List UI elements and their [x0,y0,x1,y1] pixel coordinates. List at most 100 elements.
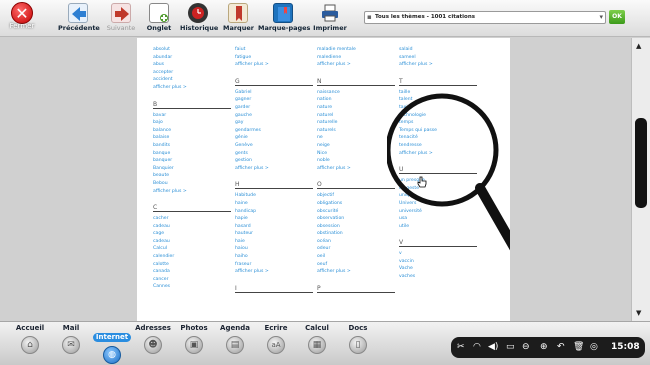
bookmark-button[interactable]: Marquer [223,3,254,35]
volume-icon[interactable]: ◀) [488,340,498,354]
theme-link[interactable]: banquer [153,157,231,165]
undo-icon[interactable]: ↶ [557,340,565,354]
close-button[interactable]: ✕ Fermer [7,2,37,32]
dock-item-internet[interactable]: Internet ◍ [90,324,134,364]
theme-link[interactable]: abundar [153,54,231,62]
theme-link[interactable]: Habitude [235,192,313,200]
theme-link[interactable]: Calcul [153,245,231,253]
help-lifebuoy-icon[interactable]: ◎ [590,340,598,354]
show-more-link[interactable]: afficher plus > [235,165,313,173]
theme-link[interactable]: génie [235,134,313,142]
dock-item-accueil[interactable]: Accueil ⌂ [8,324,52,354]
theme-link[interactable]: faiut [235,46,313,54]
theme-link[interactable]: naturels [317,127,395,135]
theme-link[interactable]: bandits [153,142,231,150]
theme-link[interactable]: nation [317,96,395,104]
back-button[interactable]: Précédente [58,3,100,35]
vertical-scrollbar[interactable]: ▲ ▼ [631,38,650,321]
theme-link[interactable]: obligations [317,200,395,208]
theme-link[interactable]: bajo [153,119,231,127]
new-tab-button[interactable]: Onglet [144,3,174,35]
theme-link[interactable]: cadeau [153,238,231,246]
theme-link[interactable]: hauteur [235,230,313,238]
theme-link[interactable]: haine [235,200,313,208]
theme-link[interactable]: garder [235,104,313,112]
theme-link[interactable]: banque [153,150,231,158]
tools-icon[interactable]: ✂ [457,340,465,354]
theme-link[interactable]: obstination [317,230,395,238]
theme-link[interactable]: gendarmes [235,127,313,135]
history-button[interactable]: Historique [180,3,218,35]
theme-link[interactable]: neige [317,142,395,150]
show-more-link[interactable]: afficher plus > [235,61,313,69]
scroll-up-icon[interactable]: ▲ [636,42,641,50]
wifi-icon[interactable]: ◠ [473,340,481,354]
dock-item-agenda[interactable]: Agenda ▤ [213,324,257,354]
forward-button[interactable]: Suivante [103,3,139,35]
theme-link[interactable]: Genève [235,142,313,150]
theme-link[interactable]: haiho [235,253,313,261]
battery-icon[interactable]: ▭ [506,340,515,354]
theme-link[interactable]: gestion [235,157,313,165]
dock-item-docs[interactable]: Docs ▯ [336,324,380,354]
scroll-down-icon[interactable]: ▼ [636,309,641,317]
theme-link[interactable]: absolut [153,46,231,54]
theme-link[interactable]: accepter [153,69,231,77]
theme-link[interactable]: Bebou [153,180,231,188]
theme-link[interactable]: bavar [153,112,231,120]
dropdown-arrow-icon[interactable]: ▾ [599,12,603,23]
theme-link[interactable]: oeil [317,253,395,261]
address-field[interactable]: ▪ Tous les thèmes - 1001 citations ▾ [364,11,606,24]
theme-link[interactable]: objectif [317,192,395,200]
theme-link[interactable]: gauche [235,112,313,120]
theme-link[interactable]: balance [153,127,231,135]
show-more-link[interactable]: afficher plus > [399,61,477,69]
zoom-out-icon[interactable]: ⊖ [522,340,530,354]
theme-link[interactable]: haie [235,238,313,246]
theme-link[interactable]: cacher [153,215,231,223]
theme-link[interactable]: maladie mentale [317,46,395,54]
theme-link[interactable]: accident [153,76,231,84]
theme-link[interactable]: odeur [317,245,395,253]
dock-item-photos[interactable]: Photos ▣ [172,324,216,354]
theme-link[interactable]: sameel [399,54,477,62]
theme-link[interactable]: oeuf [317,261,395,269]
theme-link[interactable]: cadeau [153,223,231,231]
theme-link[interactable]: fraseur [235,261,313,269]
theme-link[interactable]: salaid [399,46,477,54]
theme-link[interactable]: noble [317,157,395,165]
theme-link[interactable]: calotte [153,261,231,269]
theme-link[interactable]: naissance [317,89,395,97]
theme-link[interactable]: océan [317,238,395,246]
theme-link[interactable]: cancer [153,276,231,284]
theme-link[interactable]: hapie [235,215,313,223]
show-more-link[interactable]: afficher plus > [317,165,395,173]
dock-item-calcul[interactable]: Calcul ▦ [295,324,339,354]
theme-link[interactable]: calendier [153,253,231,261]
show-more-link[interactable]: afficher plus > [153,84,231,92]
web-page-content[interactable]: absolut abundar abus accepter accident affich… [137,38,510,321]
theme-link[interactable]: observation [317,215,395,223]
ok-button[interactable]: OK [609,10,625,24]
theme-link[interactable]: Cannes [153,283,231,291]
theme-link[interactable]: obsession [317,223,395,231]
trash-icon[interactable]: 🗑 [573,340,584,354]
theme-link[interactable]: beaute [153,172,231,180]
scrollbar-thumb[interactable] [635,118,647,208]
zoom-in-icon[interactable]: ⊕ [540,340,548,354]
theme-link[interactable]: abus [153,61,231,69]
dock-item-mail[interactable]: Mail ✉ [49,324,93,354]
theme-link[interactable]: malediene [317,54,395,62]
show-more-link[interactable]: afficher plus > [317,61,395,69]
theme-link[interactable]: Gabriel [235,89,313,97]
theme-link[interactable]: hasard [235,223,313,231]
theme-link[interactable]: nature [317,104,395,112]
theme-link[interactable]: balaise [153,134,231,142]
theme-link[interactable]: handicap [235,208,313,216]
theme-link[interactable]: fatigue [235,54,313,62]
theme-link[interactable]: naturel [317,112,395,120]
theme-link[interactable]: gents [235,150,313,158]
theme-link[interactable]: Banquier [153,165,231,173]
theme-link[interactable]: gay [235,119,313,127]
theme-link[interactable]: obscurité [317,208,395,216]
